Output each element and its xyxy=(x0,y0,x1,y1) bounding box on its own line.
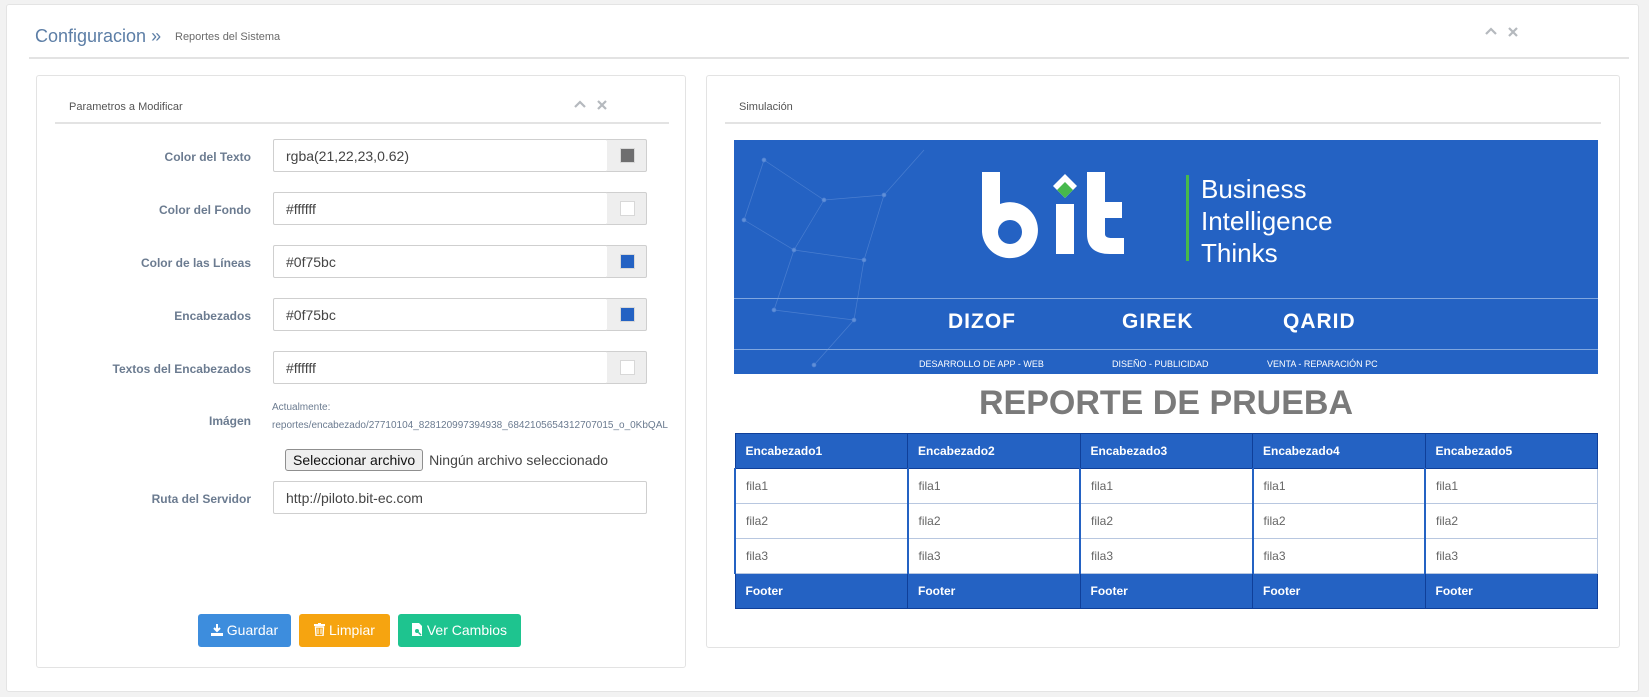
table-row: fila2 fila2 fila2 fila2 fila2 xyxy=(734,503,1598,539)
color-picker-button[interactable] xyxy=(607,351,647,384)
table-header-cell: Encabezado1 xyxy=(734,433,908,469)
table-row: fila3 fila3 fila3 fila3 fila3 xyxy=(734,538,1598,574)
line-color-input[interactable]: #0f75bc xyxy=(273,245,608,278)
table-header-cell: Encabezado4 xyxy=(1252,433,1426,469)
color-swatch xyxy=(620,307,635,322)
table-cell: fila2 xyxy=(906,503,1081,539)
color-picker-button[interactable] xyxy=(607,139,647,172)
table-cell: fila3 xyxy=(906,538,1081,574)
parameters-panel: Parametros a Modificar Color del Texto r… xyxy=(36,75,686,668)
panel-header: Simulación xyxy=(725,90,1601,124)
header-color-input[interactable]: #0f75bc xyxy=(273,298,608,331)
table-header-row: Encabezado1 Encabezado2 Encabezado3 Enca… xyxy=(734,433,1598,469)
field-label: Imágen xyxy=(208,414,251,428)
field-label: Color del Fondo xyxy=(159,203,251,217)
color-swatch xyxy=(620,148,635,163)
table-cell: fila3 xyxy=(1251,538,1426,574)
report-title: REPORTE DE PRUEBA xyxy=(978,384,1354,422)
partner-logo: DIZOF xyxy=(948,310,1016,333)
partner-caption: VENTA - REPARACIÓN PC xyxy=(1267,359,1378,369)
color-picker-button[interactable] xyxy=(607,192,647,225)
table-cell: fila1 xyxy=(1079,468,1253,504)
table-header-cell: Encabezado2 xyxy=(907,433,1081,469)
panel-title: Parametros a Modificar xyxy=(69,101,183,113)
simulation-panel: Simulación Business Intelligence Thinks … xyxy=(706,75,1620,648)
table-cell: fila3 xyxy=(1079,538,1253,574)
field-label: Color de las Líneas xyxy=(140,256,251,270)
page-container: Configuracion » Reportes del Sistema Par… xyxy=(6,4,1639,692)
table-cell: fila1 xyxy=(1251,468,1426,504)
table-cell: fila1 xyxy=(1424,468,1598,504)
table-cell: fila1 xyxy=(906,468,1081,504)
clear-button[interactable]: Limpiar xyxy=(299,614,390,647)
report-table: Encabezado1 Encabezado2 Encabezado3 Enca… xyxy=(734,433,1598,609)
current-file-label: Actualmente: xyxy=(272,402,331,413)
collapse-icon[interactable] xyxy=(1485,26,1497,41)
partner-caption: DISEÑO - PUBLICIDAD xyxy=(1112,359,1209,369)
field-label: Color del Texto xyxy=(164,150,251,164)
view-changes-button[interactable]: Ver Cambios xyxy=(398,614,521,647)
close-icon[interactable] xyxy=(1507,26,1519,41)
color-picker-button[interactable] xyxy=(607,298,647,331)
header-text-color-input[interactable]: #ffffff xyxy=(273,351,608,384)
background-color-input[interactable]: #ffffff xyxy=(273,192,608,225)
collapse-icon[interactable] xyxy=(574,99,586,114)
file-preview-icon xyxy=(411,622,427,638)
table-header-cell: Encabezado5 xyxy=(1424,433,1598,469)
table-row: fila1 fila1 fila1 fila1 fila1 xyxy=(734,468,1598,504)
table-footer-cell: Footer xyxy=(734,573,908,609)
field-label: Textos del Encabezados xyxy=(112,362,252,376)
save-button[interactable]: Guardar xyxy=(198,614,291,647)
field-label: Ruta del Servidor xyxy=(151,492,251,506)
select-file-button[interactable]: Seleccionar archivo xyxy=(285,449,424,471)
file-status: Ningún archivo seleccionado xyxy=(429,452,609,468)
table-cell: fila2 xyxy=(734,503,908,539)
table-cell: fila2 xyxy=(1424,503,1598,539)
panel-title: Simulación xyxy=(739,101,793,113)
table-cell: fila3 xyxy=(1424,538,1598,574)
current-file-path[interactable]: reportes/encabezado/27710104_82812099739… xyxy=(272,420,672,431)
color-swatch xyxy=(620,201,635,216)
table-cell: fila2 xyxy=(1251,503,1426,539)
brand-divider xyxy=(1186,175,1189,261)
bit-logo xyxy=(982,172,1124,259)
text-color-input[interactable]: rgba(21,22,23,0.62) xyxy=(273,139,608,172)
file-input[interactable]: Seleccionar archivo Ningún archivo selec… xyxy=(273,449,647,473)
page-title: Configuracion » xyxy=(35,26,162,46)
color-picker-button[interactable] xyxy=(607,245,647,278)
breadcrumb: Configuracion » Reportes del Sistema xyxy=(29,21,1629,59)
report-banner: Business Intelligence Thinks DIZOF GIREK… xyxy=(734,140,1598,374)
table-footer-cell: Footer xyxy=(907,573,1081,609)
table-cell: fila1 xyxy=(734,468,908,504)
brand-tagline: Business Intelligence Thinks xyxy=(1201,174,1333,268)
table-footer-cell: Footer xyxy=(1079,573,1253,609)
table-footer-cell: Footer xyxy=(1424,573,1598,609)
table-header-cell: Encabezado3 xyxy=(1079,433,1253,469)
color-swatch xyxy=(620,360,635,375)
table-footer-cell: Footer xyxy=(1252,573,1426,609)
table-cell: fila3 xyxy=(734,538,908,574)
download-icon xyxy=(210,622,227,638)
color-swatch xyxy=(620,254,635,269)
partner-caption: DESARROLLO DE APP - WEB xyxy=(919,359,1044,369)
field-label: Encabezados xyxy=(174,309,251,323)
close-icon[interactable] xyxy=(596,99,608,114)
trash-icon xyxy=(314,622,329,638)
server-url-input[interactable]: http://piloto.bit-ec.com xyxy=(273,481,647,514)
table-cell: fila2 xyxy=(1079,503,1253,539)
panel-header: Parametros a Modificar xyxy=(55,90,669,124)
table-footer-row: Footer Footer Footer Footer Footer xyxy=(734,573,1598,609)
partner-logo: GIREK xyxy=(1122,310,1194,333)
page-subtitle: Reportes del Sistema xyxy=(175,31,281,43)
partner-logo: QARID xyxy=(1283,310,1356,333)
